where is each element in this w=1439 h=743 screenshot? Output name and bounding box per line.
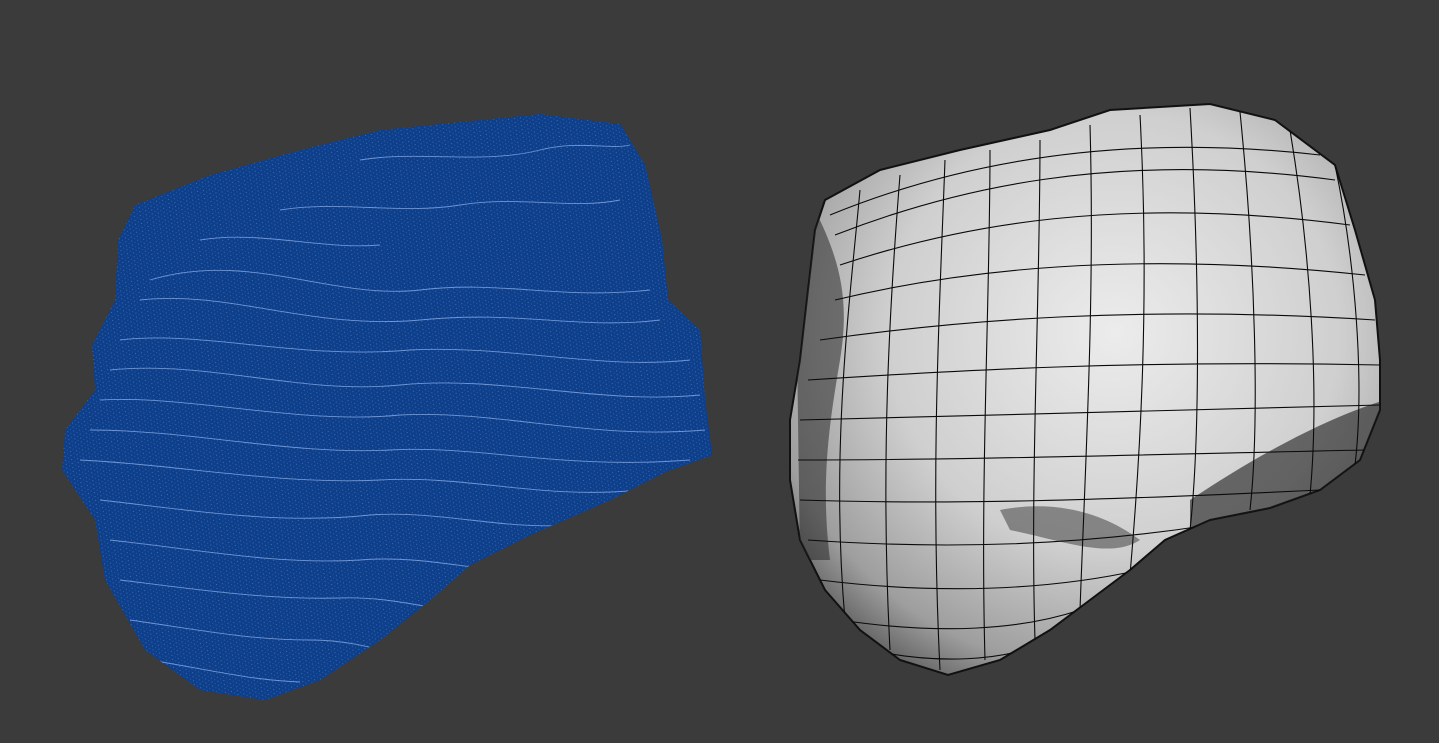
viewport-canvas[interactable] [0, 0, 1439, 743]
dense-mesh-wireframe[interactable] [50, 100, 730, 720]
retopo-mesh-shaded[interactable] [789, 102, 1385, 690]
3d-viewport[interactable] [0, 0, 1439, 743]
